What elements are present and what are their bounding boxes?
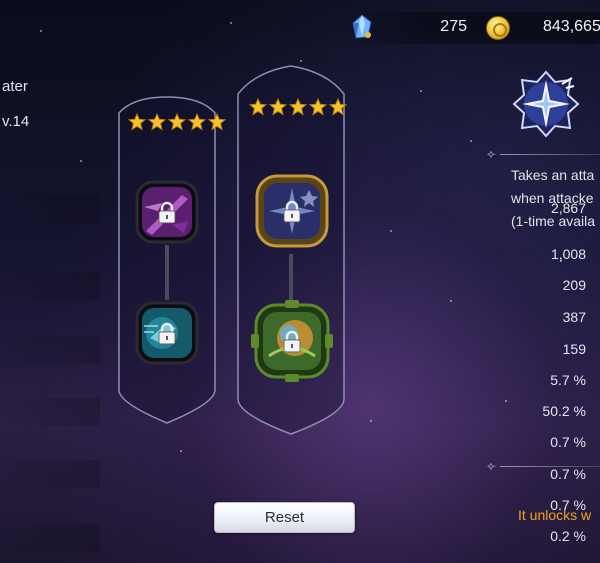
- star-icon: [188, 113, 206, 131]
- star-icon: [289, 98, 307, 116]
- skill-node-purple-sword[interactable]: [132, 177, 202, 247]
- lock-icon: [158, 201, 176, 224]
- divider-ornament-icon: ⟣: [487, 459, 496, 473]
- skill-description: Takes an atta when attacke (1-time avail…: [511, 164, 595, 233]
- star-icon: [329, 98, 347, 116]
- divider-ornament-icon: ⟣: [487, 147, 496, 161]
- description-line: when attacke: [511, 190, 594, 206]
- lock-icon: [283, 200, 301, 223]
- crystal-icon: [352, 14, 372, 39]
- lock-icon: [283, 330, 301, 353]
- rarity-stars: [128, 113, 226, 131]
- gold-coin-icon: [486, 16, 510, 40]
- skill-node-teal-runner[interactable]: [132, 298, 202, 368]
- crystal-count: 275: [440, 18, 467, 35]
- stat-value: 5.7 %: [550, 372, 586, 388]
- stat-value: 209: [562, 277, 586, 293]
- star-burst-emblem-icon[interactable]: [512, 70, 580, 138]
- star-icon: [269, 98, 287, 116]
- stat-value: 159: [562, 341, 586, 357]
- stat-value: 50.2 %: [542, 403, 586, 419]
- stat-value: 387: [562, 309, 586, 325]
- skill-tree-panel-2: [235, 64, 347, 436]
- unlock-note: It unlocks w: [518, 507, 592, 523]
- star-icon: [148, 113, 166, 131]
- star-icon: [168, 113, 186, 131]
- reset-button[interactable]: Reset: [214, 502, 355, 533]
- rarity-stars: [249, 98, 347, 116]
- star-icon: [249, 98, 267, 116]
- star-icon: [208, 113, 226, 131]
- currency-bar: 275 843,665: [345, 12, 600, 44]
- skill-node-blue-star[interactable]: [253, 172, 331, 250]
- star-icon: [128, 113, 146, 131]
- star-icon: [309, 98, 327, 116]
- gold-count: 843,665: [543, 18, 600, 35]
- divider: [500, 154, 600, 155]
- hero-name-fragment: ater: [2, 78, 28, 95]
- skill-tree-panel-1: [116, 95, 226, 425]
- stat-value: 1,008: [550, 246, 586, 262]
- skill-node-green-orb[interactable]: [251, 300, 333, 382]
- stat-value: 0.7 %: [550, 434, 586, 450]
- lock-icon: [158, 322, 176, 345]
- description-line: Takes an atta: [511, 167, 595, 183]
- divider: [500, 466, 600, 467]
- description-line: (1-time availa: [511, 213, 596, 229]
- stat-value: 0.2 %: [550, 528, 586, 544]
- hero-level-fragment: v.14: [2, 113, 30, 130]
- stat-value: 0.7 %: [550, 466, 586, 482]
